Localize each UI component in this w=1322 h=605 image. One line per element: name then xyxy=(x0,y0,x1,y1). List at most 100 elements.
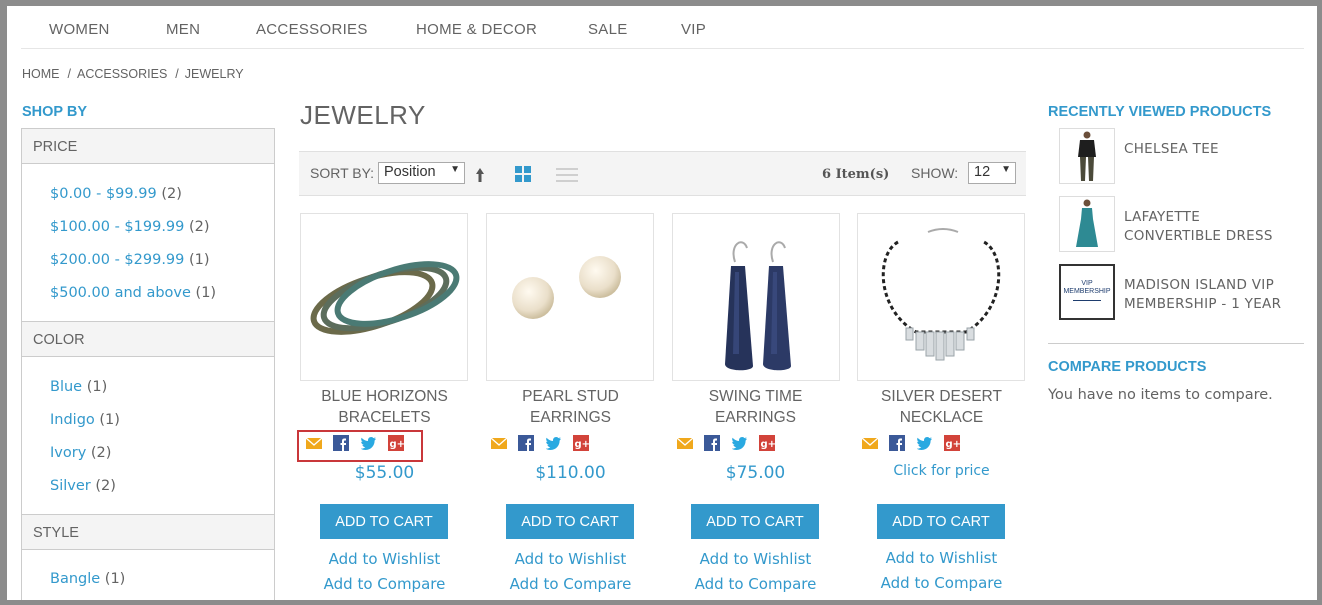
add-to-compare-link-swing-time[interactable]: Add to Compare xyxy=(663,575,848,593)
sort-direction-icon[interactable] xyxy=(474,167,486,183)
product-price-bracelets: $55.00 xyxy=(354,463,415,483)
add-to-wishlist-link-silver-desert[interactable]: Add to Wishlist xyxy=(849,549,1034,567)
add-to-wishlist-link-bracelets[interactable]: Add to Wishlist xyxy=(292,550,477,568)
price-option-100-199[interactable]: $100.00 - $199.99 (2) xyxy=(50,219,210,235)
product-name-pearl-studs[interactable]: PEARL STUD EARRINGS xyxy=(478,386,663,428)
product-image-swing-time[interactable] xyxy=(672,213,840,381)
nav-home-decor[interactable]: HOME & DECOR xyxy=(416,21,537,38)
add-to-compare-link-bracelets[interactable]: Add to Compare xyxy=(292,575,477,593)
color-option-silver[interactable]: Silver (2) xyxy=(50,478,116,494)
option-count: (1) xyxy=(104,571,126,587)
price-option-0-99[interactable]: $0.00 - $99.99 (2) xyxy=(50,186,182,202)
breadcrumb-home[interactable]: HOME xyxy=(22,67,60,81)
breadcrumb-current: JEWELRY xyxy=(184,67,244,81)
facet-price-header[interactable]: PRICE xyxy=(21,128,275,164)
item-line: LAFAYETTE xyxy=(1124,209,1201,225)
google-plus-icon[interactable]: g+ xyxy=(944,435,960,451)
email-icon[interactable] xyxy=(677,435,693,451)
option-count: (1) xyxy=(195,285,217,301)
item-line: CHELSEA TEE xyxy=(1124,141,1219,157)
twitter-icon[interactable] xyxy=(732,435,748,451)
add-to-wishlist-link-swing-time[interactable]: Add to Wishlist xyxy=(663,550,848,568)
price-option-500-plus[interactable]: $500.00 and above (1) xyxy=(50,285,216,301)
compare-products-heading: COMPARE PRODUCTS xyxy=(1048,359,1207,375)
facebook-icon[interactable] xyxy=(889,435,905,451)
product-price-swing-time: $75.00 xyxy=(725,463,786,483)
facet-title: STYLE xyxy=(33,525,79,541)
recent-thumb-chelsea-tee[interactable] xyxy=(1059,128,1115,184)
color-option-ivory[interactable]: Ivory (2) xyxy=(50,445,111,461)
google-plus-icon[interactable]: g+ xyxy=(759,435,775,451)
add-to-cart-button-silver-desert[interactable]: ADD TO CART xyxy=(877,504,1005,539)
breadcrumb-separator: / xyxy=(175,67,179,81)
facet-color-header[interactable]: COLOR xyxy=(21,321,275,357)
breadcrumb-accessories[interactable]: ACCESSORIES xyxy=(77,67,167,81)
nav-sale[interactable]: SALE xyxy=(588,21,628,38)
item-line: MADISON ISLAND VIP xyxy=(1124,277,1275,293)
recent-thumb-lafayette-dress[interactable] xyxy=(1059,196,1115,252)
email-icon[interactable] xyxy=(862,435,878,451)
color-option-indigo[interactable]: Indigo (1) xyxy=(50,412,120,428)
facet-style-header[interactable]: STYLE xyxy=(21,514,275,550)
facet-title: COLOR xyxy=(33,332,85,348)
breadcrumb-separator: / xyxy=(67,67,71,81)
twitter-icon[interactable] xyxy=(917,435,933,451)
option-label: $500.00 and above xyxy=(50,285,191,301)
add-to-compare-link-silver-desert[interactable]: Add to Compare xyxy=(849,574,1034,592)
recent-item-lafayette-dress[interactable]: LAFAYETTE CONVERTIBLE DRESS xyxy=(1124,208,1273,246)
name-line: BLUE HORIZONS xyxy=(321,388,448,405)
option-label: $200.00 - $299.99 xyxy=(50,252,185,268)
facebook-icon[interactable] xyxy=(518,435,534,451)
chevron-down-icon: ▼ xyxy=(450,164,460,175)
nav-accessories[interactable]: ACCESSORIES xyxy=(256,21,368,38)
option-count: (1) xyxy=(188,252,210,268)
show-label: SHOW: xyxy=(911,165,959,181)
sidebar-divider xyxy=(1048,343,1304,344)
product-image-silver-desert[interactable] xyxy=(857,213,1025,381)
nav-women[interactable]: WOMEN xyxy=(49,21,110,38)
show-value: 12 xyxy=(974,164,991,180)
show-per-page-select[interactable]: 12 ▼ xyxy=(968,162,1016,184)
product-image-pearl-studs[interactable] xyxy=(486,213,654,381)
facebook-icon[interactable] xyxy=(704,435,720,451)
style-option-bangle[interactable]: Bangle (1) xyxy=(50,571,125,587)
recent-thumb-vip-membership[interactable]: VIP MEMBERSHIP xyxy=(1059,264,1115,320)
chevron-down-icon: ▼ xyxy=(1001,164,1011,175)
add-to-cart-button-pearl-studs[interactable]: ADD TO CART xyxy=(506,504,634,539)
option-label: Ivory xyxy=(50,445,87,461)
option-label: $0.00 - $99.99 xyxy=(50,186,157,202)
click-for-price-link[interactable]: Click for price xyxy=(849,463,1034,479)
product-name-bracelets[interactable]: BLUE HORIZONS BRACELETS xyxy=(292,386,477,428)
add-to-cart-button-bracelets[interactable]: ADD TO CART xyxy=(320,504,448,539)
drop-earrings-image xyxy=(725,241,791,371)
page-title: JEWELRY xyxy=(300,100,426,130)
twitter-icon[interactable] xyxy=(546,435,562,451)
list-view-icon[interactable] xyxy=(556,167,578,183)
top-nav: WOMEN MEN ACCESSORIES HOME & DECOR SALE … xyxy=(21,6,1304,49)
sort-value: Position xyxy=(384,164,436,180)
color-option-blue[interactable]: Blue (1) xyxy=(50,379,107,395)
sort-select[interactable]: Position ▼ xyxy=(378,162,465,184)
nav-vip[interactable]: VIP xyxy=(681,21,706,38)
bracelet-image xyxy=(310,261,460,335)
add-to-compare-link-pearl-studs[interactable]: Add to Compare xyxy=(478,575,663,593)
google-plus-icon[interactable]: g+ xyxy=(573,435,589,451)
email-icon[interactable] xyxy=(491,435,507,451)
add-to-wishlist-link-pearl-studs[interactable]: Add to Wishlist xyxy=(478,550,663,568)
name-line: EARRINGS xyxy=(530,409,611,426)
recent-item-vip-membership[interactable]: MADISON ISLAND VIP MEMBERSHIP - 1 YEAR xyxy=(1124,276,1281,314)
option-label: Bangle xyxy=(50,571,101,587)
product-name-swing-time[interactable]: SWING TIME EARRINGS xyxy=(663,386,848,428)
nav-men[interactable]: MEN xyxy=(166,21,200,38)
product-name-silver-desert[interactable]: SILVER DESERT NECKLACE xyxy=(849,386,1034,428)
product-image-bracelets[interactable] xyxy=(300,213,468,381)
add-to-cart-button-swing-time[interactable]: ADD TO CART xyxy=(691,504,819,539)
recent-item-chelsea-tee[interactable]: CHELSEA TEE xyxy=(1124,140,1219,159)
vip-logo-rule xyxy=(1073,300,1101,301)
svg-text:g+: g+ xyxy=(575,439,590,450)
price-option-200-299[interactable]: $200.00 - $299.99 (1) xyxy=(50,252,210,268)
option-label: Indigo xyxy=(50,412,95,428)
option-count: (2) xyxy=(188,219,210,235)
grid-view-icon[interactable] xyxy=(515,166,531,182)
product-toolbar: SORT BY: Position ▼ 6 Item(s) SHOW: 12 ▼ xyxy=(299,151,1026,196)
